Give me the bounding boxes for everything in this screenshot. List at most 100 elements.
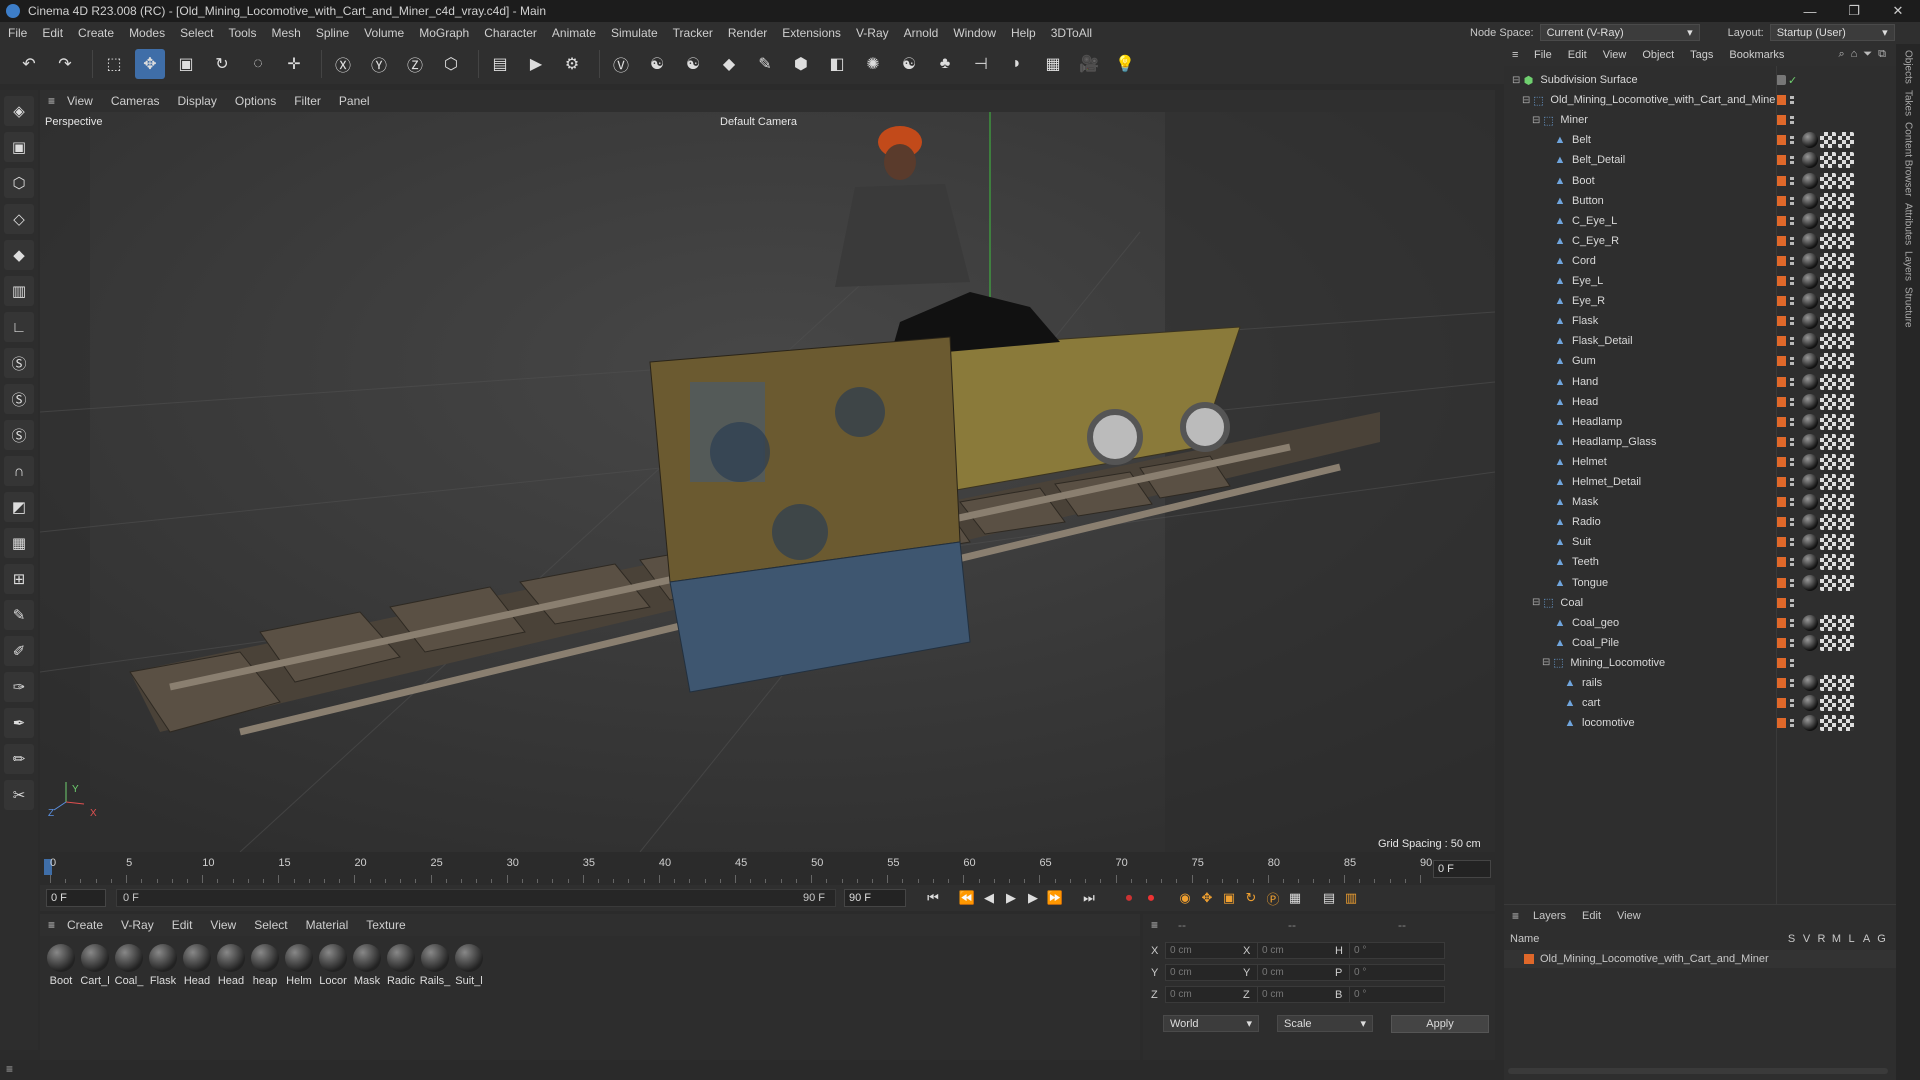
texture-tag-icon[interactable]: [1820, 433, 1836, 450]
object-row[interactable]: ⊟ ⬚ Miner: [1504, 110, 1896, 130]
visibility-dots-icon[interactable]: [1790, 116, 1794, 125]
layer-color-tag[interactable]: [1776, 175, 1786, 186]
texture-tag-icon[interactable]: [1838, 413, 1854, 430]
status-menu-icon[interactable]: ≡: [6, 1062, 13, 1076]
layer-color-tag[interactable]: [1776, 356, 1786, 367]
material-tag-icon[interactable]: [1802, 313, 1818, 330]
visibility-dots-icon[interactable]: [1790, 236, 1794, 245]
edit-toggle-icon[interactable]: [1776, 75, 1786, 85]
material-tag-icon[interactable]: [1802, 192, 1818, 209]
undo-icon[interactable]: ↶: [14, 49, 44, 79]
subdivision-icon[interactable]: ⬢: [786, 49, 816, 79]
python-icon[interactable]: ☯: [678, 49, 708, 79]
texture-tag-icon[interactable]: [1838, 453, 1854, 470]
visibility-dots-icon[interactable]: [1790, 337, 1794, 346]
layer-color-tag[interactable]: [1776, 336, 1786, 347]
python-icon[interactable]: ☯: [642, 49, 672, 79]
layer-col-r[interactable]: R: [1814, 933, 1829, 945]
camera-label[interactable]: Default Camera: [720, 116, 797, 128]
object-row[interactable]: ▲ Button: [1504, 191, 1896, 211]
prev-key-icon[interactable]: ⏪: [956, 887, 978, 909]
snap-settings-icon[interactable]: Ⓢ: [4, 384, 34, 414]
material-tag-icon[interactable]: [1802, 494, 1818, 511]
expand-toggle-icon[interactable]: ⊟: [1522, 95, 1530, 106]
material-tag-icon[interactable]: [1802, 715, 1818, 732]
texture-tag-icon[interactable]: [1820, 192, 1836, 209]
texture-tag-icon[interactable]: [1820, 252, 1836, 269]
uv-mode-icon[interactable]: ▥: [4, 276, 34, 306]
object-row[interactable]: ▲ Helmet_Detail: [1504, 472, 1896, 492]
texture-tag-icon[interactable]: [1838, 433, 1854, 450]
maximize-button[interactable]: ❐: [1832, 0, 1876, 22]
layer-color-tag[interactable]: [1776, 215, 1786, 226]
texture-tag-icon[interactable]: [1820, 413, 1836, 430]
material-tag-icon[interactable]: [1802, 554, 1818, 571]
layer-color-tag[interactable]: [1776, 718, 1786, 729]
menu-modes[interactable]: Modes: [129, 26, 165, 40]
right-tab-attributes[interactable]: Attributes: [1903, 203, 1914, 245]
layer-col-a[interactable]: A: [1859, 933, 1874, 945]
coord-system-select[interactable]: World ▾: [1163, 1015, 1259, 1032]
layer-menu-view[interactable]: View: [1617, 910, 1641, 922]
object-row[interactable]: ▲ Radio: [1504, 512, 1896, 532]
texture-tag-icon[interactable]: [1838, 273, 1854, 289]
material-tag-icon[interactable]: [1802, 212, 1818, 229]
snap-icon[interactable]: Ⓢ: [4, 348, 34, 378]
layer-col-s[interactable]: S: [1784, 933, 1799, 945]
key-grid-icon[interactable]: ▦: [1284, 887, 1306, 909]
texture-tag-icon[interactable]: [1820, 212, 1836, 229]
axis-mode-icon[interactable]: ∟: [4, 312, 34, 342]
visibility-dots-icon[interactable]: [1790, 699, 1794, 708]
next-key-icon[interactable]: ⏩: [1044, 887, 1066, 909]
texture-tag-icon[interactable]: [1820, 353, 1836, 370]
texture-tag-icon[interactable]: [1838, 373, 1854, 390]
material-tag-icon[interactable]: [1802, 695, 1818, 712]
timeline-icon[interactable]: ▥: [1340, 887, 1362, 909]
visibility-dots-icon[interactable]: [1790, 216, 1794, 225]
visibility-dots-icon[interactable]: [1790, 558, 1794, 567]
x-axis-icon[interactable]: Ⓧ: [328, 49, 358, 79]
visibility-dots-icon[interactable]: [1790, 679, 1794, 687]
menu-edit[interactable]: Edit: [42, 26, 63, 40]
visibility-dots-icon[interactable]: [1790, 498, 1794, 507]
material-tag-icon[interactable]: [1802, 614, 1818, 631]
right-tab-objects[interactable]: Objects: [1903, 50, 1914, 84]
visibility-dots-icon[interactable]: [1790, 196, 1794, 205]
record-icon[interactable]: ⏺: [1118, 887, 1140, 909]
magnet-icon[interactable]: ∩: [4, 456, 34, 486]
go-to-end-icon[interactable]: ⏭: [1078, 887, 1100, 909]
menu-help[interactable]: Help: [1011, 26, 1036, 40]
object-row[interactable]: ▲ Belt: [1504, 130, 1896, 150]
right-tab-takes[interactable]: Takes: [1903, 90, 1914, 116]
visibility-dots-icon[interactable]: [1790, 598, 1794, 607]
texture-tag-icon[interactable]: [1838, 494, 1854, 511]
scale-icon[interactable]: ▣: [171, 49, 201, 79]
object-row[interactable]: ▲ cart: [1504, 693, 1896, 713]
material-tag-icon[interactable]: [1802, 353, 1818, 370]
menu-create[interactable]: Create: [78, 26, 114, 40]
apply-button[interactable]: Apply: [1391, 1015, 1489, 1033]
hamburger-icon[interactable]: ≡: [48, 94, 55, 108]
layer-color-tag[interactable]: [1776, 678, 1786, 688]
object-row[interactable]: ▲ Tongue: [1504, 573, 1896, 593]
visibility-dots-icon[interactable]: [1790, 317, 1794, 326]
node-space-select[interactable]: Current (V-Ray) ▾: [1539, 24, 1700, 41]
texture-tag-icon[interactable]: [1820, 474, 1836, 490]
visibility-dots-icon[interactable]: [1790, 618, 1794, 627]
menu-mesh[interactable]: Mesh: [271, 26, 300, 40]
layer-color-tag[interactable]: [1776, 577, 1786, 588]
layout-select[interactable]: Startup (User) ▾: [1769, 24, 1895, 41]
object-row[interactable]: ▲ Suit: [1504, 532, 1896, 552]
object-row[interactable]: ▲ locomotive: [1504, 713, 1896, 733]
key-param-icon[interactable]: Ⓟ: [1262, 887, 1284, 909]
object-menu-bookmarks[interactable]: Bookmarks: [1729, 49, 1784, 61]
soft-select-icon[interactable]: Ⓢ: [4, 420, 34, 450]
texture-tag-icon[interactable]: [1820, 393, 1836, 410]
texture-tag-icon[interactable]: [1820, 293, 1836, 310]
deformer-icon[interactable]: ⊣: [966, 49, 996, 79]
z-axis-icon[interactable]: Ⓩ: [400, 49, 430, 79]
menu-volume[interactable]: Volume: [364, 26, 404, 40]
object-row[interactable]: ▲ Flask: [1504, 311, 1896, 331]
key-rotation-icon[interactable]: ↻: [1240, 887, 1262, 909]
frame-range-slider[interactable]: 0 F 90 F: [116, 889, 836, 907]
